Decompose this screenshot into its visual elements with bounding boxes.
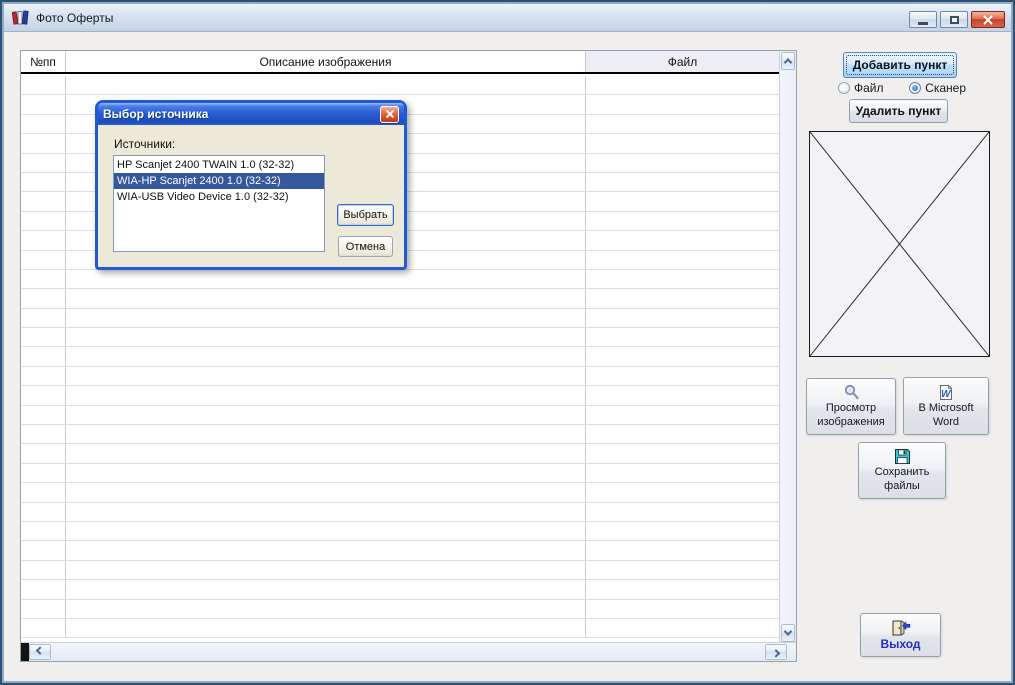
table-row[interactable] bbox=[21, 289, 779, 309]
table-row[interactable] bbox=[21, 444, 779, 464]
delete-item-label: Удалить пункт bbox=[855, 104, 942, 118]
radio-file[interactable]: Файл bbox=[838, 81, 884, 95]
to-word-label-1: В Microsoft bbox=[918, 401, 974, 414]
grid-header: №пп Описание изображения Файл bbox=[21, 51, 779, 74]
source-dialog: Выбор источника Источники: HP Scanjet 24… bbox=[95, 100, 407, 270]
table-row[interactable] bbox=[21, 347, 779, 367]
dialog-titlebar[interactable]: Выбор источника bbox=[98, 103, 404, 125]
table-row[interactable] bbox=[21, 76, 779, 96]
scrollbar-corner-box bbox=[21, 643, 29, 661]
table-row[interactable] bbox=[21, 483, 779, 503]
books-icon bbox=[12, 10, 30, 25]
sources-label: Источники: bbox=[114, 137, 176, 151]
table-row[interactable] bbox=[21, 599, 779, 619]
select-button[interactable]: Выбрать bbox=[337, 204, 394, 226]
radio-label: Файл bbox=[854, 81, 884, 95]
maximize-icon bbox=[949, 15, 959, 24]
table-row[interactable] bbox=[21, 328, 779, 348]
chevron-right-icon bbox=[771, 649, 781, 658]
image-placeholder bbox=[809, 131, 990, 357]
table-row[interactable] bbox=[21, 618, 779, 639]
save-files-button[interactable]: Сохранить файлы bbox=[858, 442, 946, 499]
to-word-label-2: Word bbox=[932, 415, 960, 428]
table-row[interactable] bbox=[21, 366, 779, 387]
table-row[interactable] bbox=[21, 560, 779, 581]
radio-icon bbox=[838, 82, 850, 94]
table-row[interactable] bbox=[21, 502, 779, 522]
dialog-title: Выбор источника bbox=[103, 107, 209, 121]
word-icon: W bbox=[938, 384, 954, 401]
minimize-button[interactable] bbox=[909, 11, 937, 28]
radio-label: Сканер bbox=[925, 81, 966, 95]
source-list-item[interactable]: HP Scanjet 2400 TWAIN 1.0 (32-32) bbox=[114, 157, 324, 173]
chevron-up-icon bbox=[783, 58, 793, 67]
exit-label: Выход bbox=[880, 636, 921, 651]
select-button-label: Выбрать bbox=[343, 209, 388, 221]
save-files-label-2: файлы bbox=[884, 480, 920, 492]
window-titlebar[interactable]: Фото Оферты bbox=[4, 4, 1011, 32]
maximize-button[interactable] bbox=[940, 11, 968, 28]
source-list-item[interactable]: WIA-HP Scanjet 2400 1.0 (32-32) bbox=[114, 173, 324, 189]
window-title: Фото Оферты bbox=[36, 10, 114, 25]
exit-button[interactable]: Выход bbox=[860, 613, 941, 657]
chevron-down-icon bbox=[783, 627, 793, 636]
scroll-down-button[interactable] bbox=[781, 624, 795, 642]
minimize-icon bbox=[918, 21, 928, 25]
magnifier-icon bbox=[843, 384, 860, 401]
table-row[interactable] bbox=[21, 269, 779, 290]
view-image-button[interactable]: Просмотр изображения bbox=[806, 378, 896, 435]
close-button[interactable] bbox=[971, 11, 1005, 28]
column-header-file: Файл bbox=[586, 51, 779, 72]
add-item-label: Добавить пункт bbox=[852, 58, 948, 72]
cancel-button[interactable]: Отмена bbox=[338, 236, 393, 257]
source-list-item[interactable]: WIA-USB Video Device 1.0 (32-32) bbox=[114, 189, 324, 205]
delete-item-button[interactable]: Удалить пункт bbox=[849, 99, 948, 123]
table-row[interactable] bbox=[21, 386, 779, 406]
svg-text:W: W bbox=[941, 389, 952, 400]
exit-door-icon bbox=[891, 619, 911, 636]
view-image-label-2: изображения bbox=[817, 416, 885, 428]
source-list[interactable]: HP Scanjet 2400 TWAIN 1.0 (32-32) WIA-HP … bbox=[113, 155, 325, 252]
cancel-button-label: Отмена bbox=[345, 240, 386, 253]
scroll-right-button[interactable] bbox=[765, 644, 787, 660]
table-row[interactable] bbox=[21, 541, 779, 561]
horizontal-scrollbar[interactable] bbox=[21, 642, 796, 661]
scroll-up-button[interactable] bbox=[781, 52, 795, 70]
view-image-label-1: Просмотр bbox=[825, 402, 877, 414]
radio-scanner[interactable]: Сканер bbox=[909, 81, 966, 95]
vertical-scrollbar[interactable] bbox=[779, 51, 796, 643]
table-row[interactable] bbox=[21, 405, 779, 426]
table-row[interactable] bbox=[21, 308, 779, 329]
table-row[interactable] bbox=[21, 580, 779, 600]
save-files-label-1: Сохранить bbox=[874, 466, 930, 478]
chevron-left-icon bbox=[35, 646, 45, 655]
radio-icon bbox=[909, 82, 922, 94]
column-header-description: Описание изображения bbox=[66, 51, 586, 72]
column-header-npp: №пп bbox=[21, 51, 66, 72]
radio-group: Файл Сканер bbox=[838, 81, 966, 95]
table-row[interactable] bbox=[21, 463, 779, 484]
table-row[interactable] bbox=[21, 521, 779, 542]
dialog-close-button[interactable] bbox=[380, 105, 399, 123]
floppy-icon bbox=[894, 448, 911, 465]
app-window: Фото Оферты №пп Описание изображения Фай… bbox=[0, 0, 1015, 685]
placeholder-cross-icon bbox=[809, 131, 990, 357]
add-item-button[interactable]: Добавить пункт bbox=[843, 52, 957, 78]
table-row[interactable] bbox=[21, 425, 779, 445]
to-word-button[interactable]: W В Microsoft Word bbox=[903, 377, 989, 435]
scroll-left-button[interactable] bbox=[29, 644, 51, 660]
